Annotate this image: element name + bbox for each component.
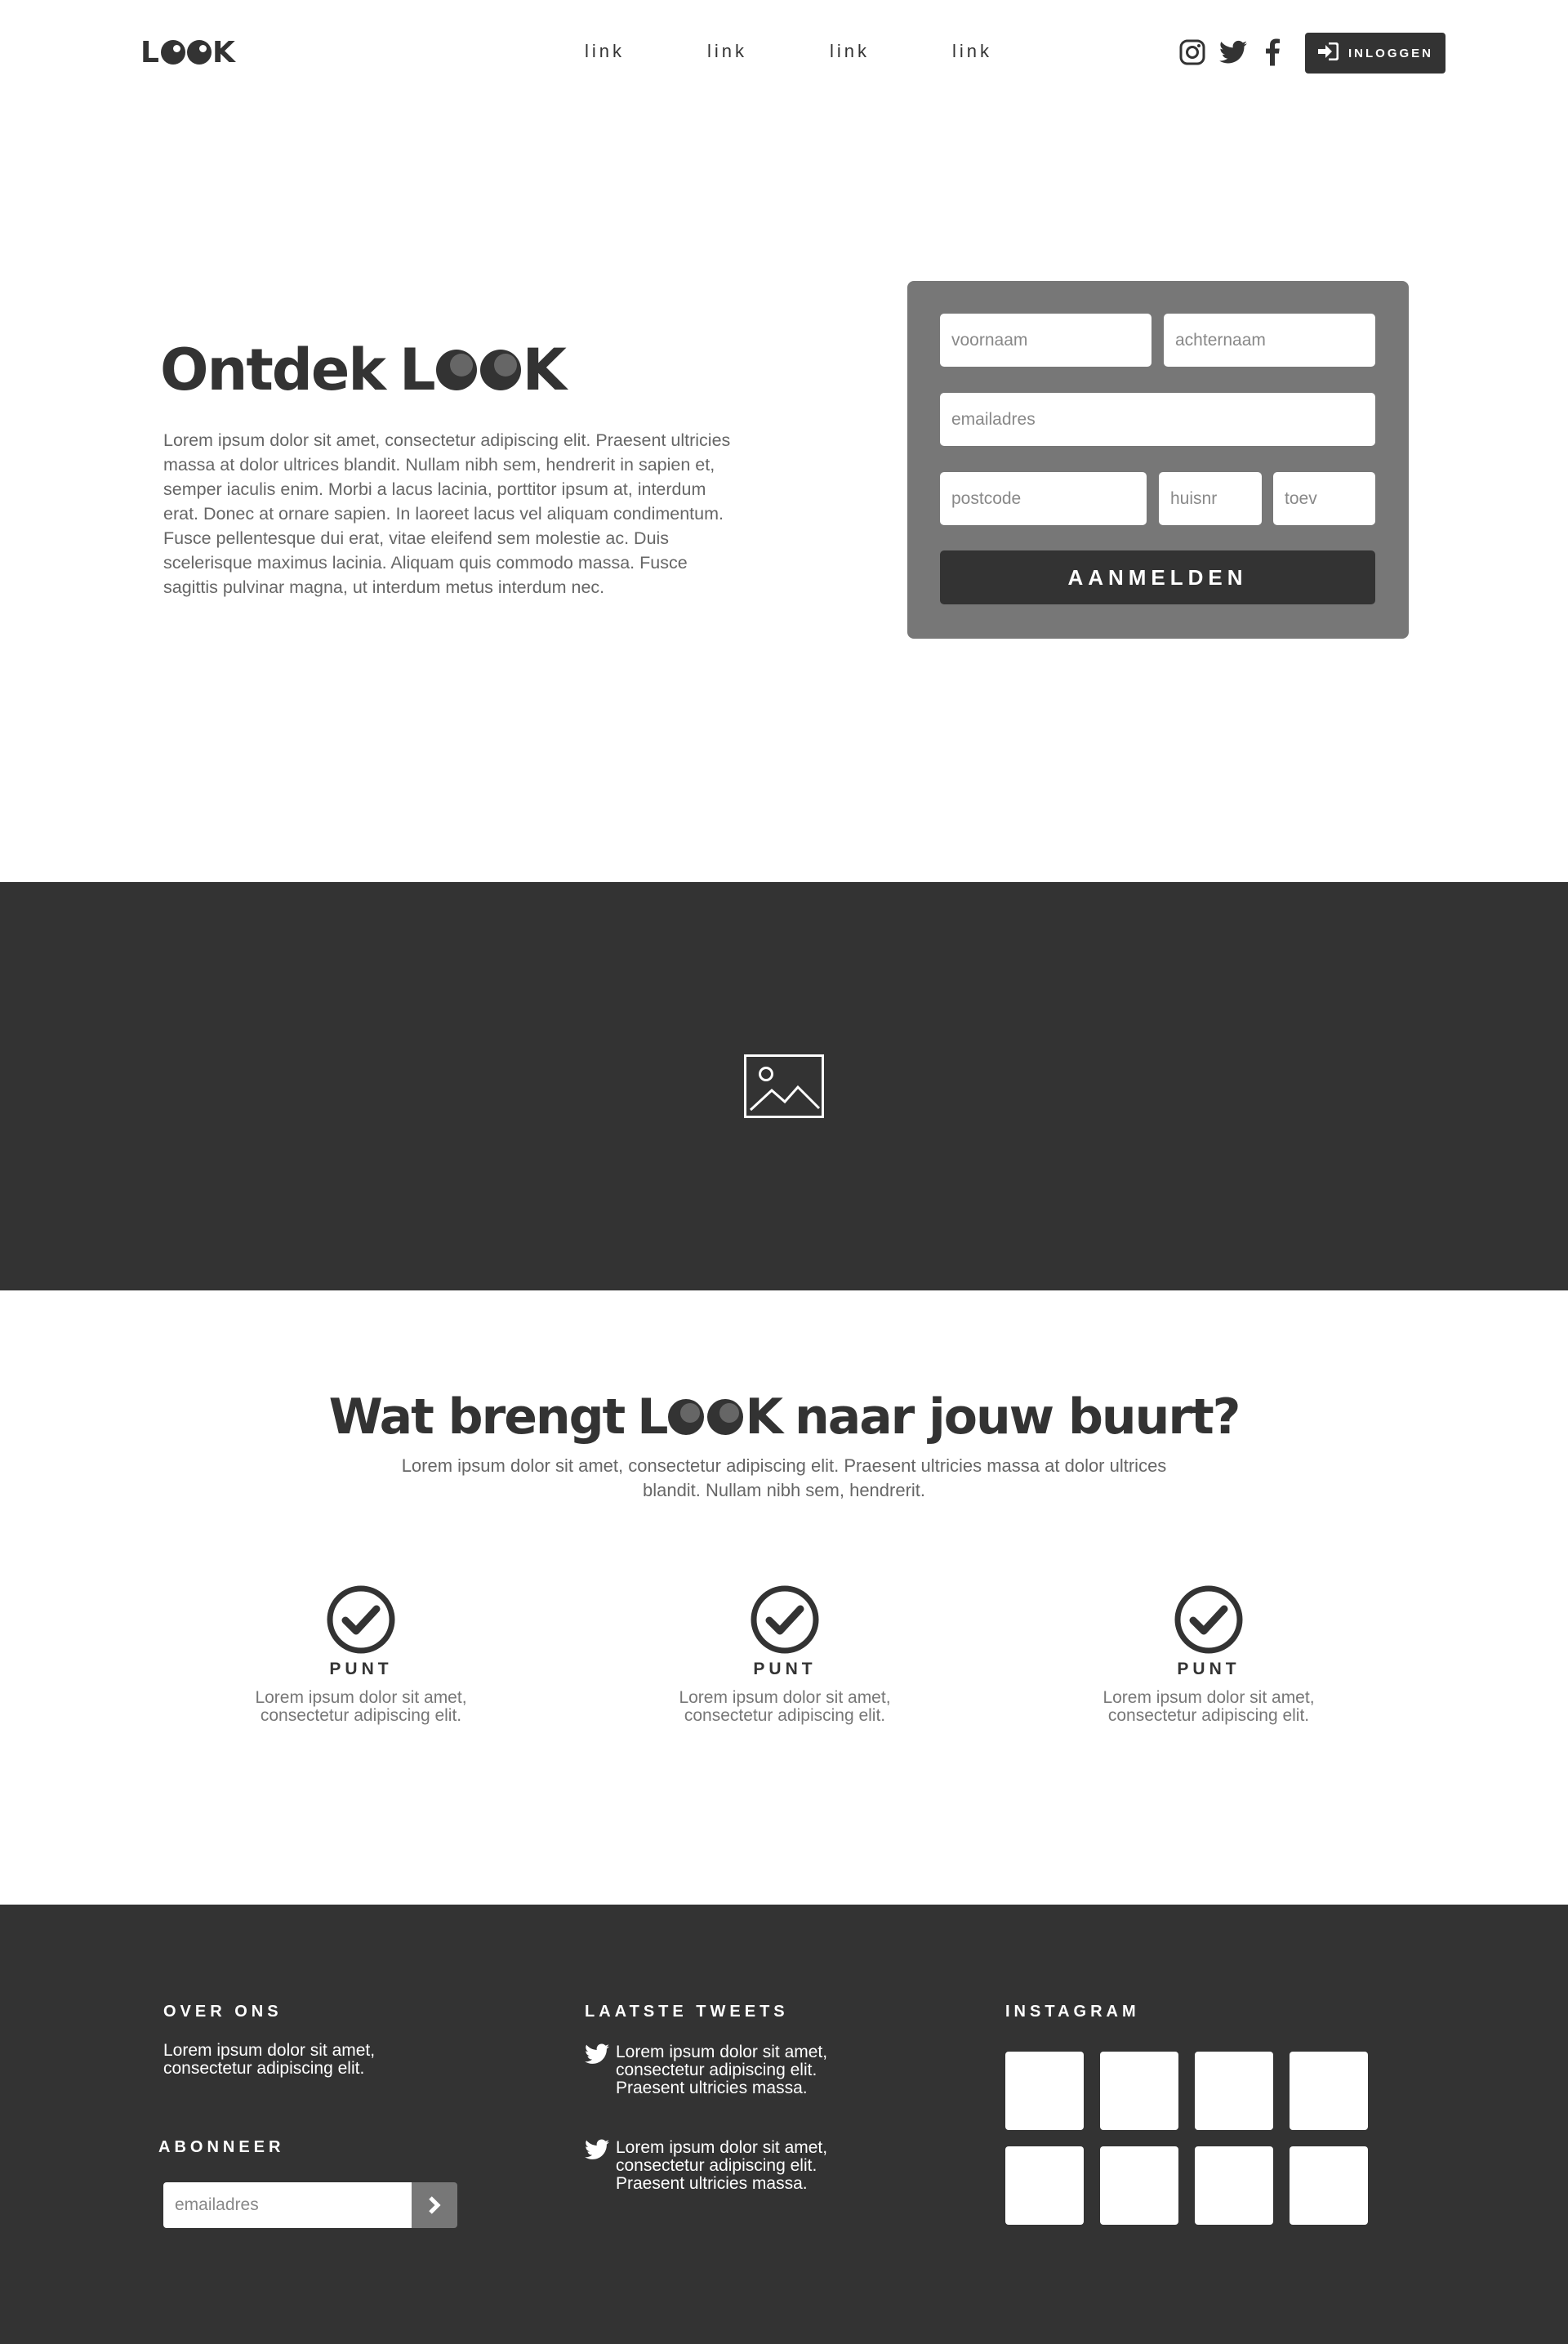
instagram-tile[interactable] (1100, 2052, 1178, 2130)
features-intro: Lorem ipsum dolor sit amet, consectetur … (401, 1455, 1167, 1500)
feature-item: PUNT Lorem ipsum dolor sit amet, consect… (621, 1584, 948, 1725)
logo-eye-icon (186, 40, 212, 65)
lastname-input[interactable] (1164, 314, 1375, 367)
feature-title: PUNT (329, 1660, 393, 1678)
hero-title-prefix: Ontdek (160, 336, 386, 403)
features-title-before: Wat brengt (328, 1388, 626, 1446)
nav-link-4[interactable]: link (952, 41, 992, 62)
tweet-item[interactable]: Lorem ipsum dolor sit amet, consectetur … (585, 2139, 853, 2193)
site-footer: OVER ONS Lorem ipsum dolor sit amet, con… (0, 1905, 1568, 2344)
feature-text: Lorem ipsum dolor sit amet, consectetur … (1102, 1688, 1315, 1725)
nav-link-3[interactable]: link (830, 41, 870, 62)
hero-body-text: Lorem ipsum dolor sit amet, consectetur … (163, 430, 731, 597)
check-circle-icon (751, 1585, 819, 1654)
subscribe-email-input[interactable] (163, 2182, 412, 2228)
instagram-tile[interactable] (1290, 2146, 1368, 2225)
instagram-icon[interactable] (1178, 38, 1207, 67)
feature-item: PUNT Lorem ipsum dolor sit amet, consect… (1045, 1584, 1372, 1725)
logo-eye-icon (668, 1399, 705, 1435)
twitter-icon (585, 2139, 609, 2159)
feature-text: Lorem ipsum dolor sit amet, consectetur … (255, 1688, 467, 1725)
instagram-tile[interactable] (1195, 2052, 1273, 2130)
image-placeholder-icon (744, 1054, 824, 1118)
login-label: INLOGGEN (1348, 46, 1433, 60)
instagram-tile[interactable] (1005, 2146, 1084, 2225)
tweet-item[interactable]: Lorem ipsum dolor sit amet, consectetur … (585, 2043, 853, 2097)
logo-eye-icon (160, 40, 185, 65)
login-button[interactable]: INLOGGEN (1305, 33, 1446, 74)
logo-eye-icon (435, 350, 477, 390)
feature-title: PUNT (1177, 1660, 1241, 1678)
logo-letter-l: L (140, 35, 160, 69)
features-logo-letter-l: L (637, 1388, 668, 1446)
instagram-tile[interactable] (1005, 2052, 1084, 2130)
subscribe-form (163, 2182, 457, 2228)
feature-text: Lorem ipsum dolor sit amet, consectetur … (679, 1688, 891, 1725)
features-title: Wat brengt L K naar jouw buurt? (0, 1388, 1568, 1446)
tweets-heading: LAATSTE TWEETS (585, 2003, 789, 2021)
check-circle-icon (1174, 1585, 1243, 1654)
signup-form: AANMELDEN (907, 281, 1409, 639)
hero-logo-letter-l: L (399, 336, 436, 403)
instagram-tile[interactable] (1195, 2146, 1273, 2225)
postcode-input[interactable] (940, 472, 1147, 525)
instagram-grid (1005, 2052, 1368, 2225)
check-circle-icon (327, 1585, 395, 1654)
housenumber-input[interactable] (1159, 472, 1262, 525)
features-logo-letter-k: K (745, 1388, 782, 1446)
logo-letter-k: K (212, 35, 236, 69)
hero-title: Ontdek L K (160, 336, 567, 403)
about-text: Lorem ipsum dolor sit amet, consectetur … (163, 2041, 376, 2078)
firstname-input[interactable] (940, 314, 1152, 367)
feature-item: PUNT Lorem ipsum dolor sit amet, consect… (198, 1584, 524, 1725)
facebook-icon[interactable] (1263, 38, 1282, 67)
subscribe-submit-button[interactable] (412, 2182, 457, 2228)
tweet-text: Lorem ipsum dolor sit amet, consectetur … (616, 2043, 828, 2097)
login-icon (1317, 42, 1339, 64)
logo-eye-icon (707, 1399, 744, 1435)
instagram-tile[interactable] (1290, 2052, 1368, 2130)
nav-link-2[interactable]: link (707, 41, 747, 62)
subscribe-heading: ABONNEER (158, 2138, 285, 2156)
nav-link-1[interactable]: link (585, 41, 625, 62)
feature-title: PUNT (753, 1660, 817, 1678)
instagram-tile[interactable] (1100, 2146, 1178, 2225)
chevron-right-icon (429, 2196, 441, 2214)
tweet-text: Lorem ipsum dolor sit amet, consectetur … (616, 2138, 828, 2193)
logo-eye-icon (479, 350, 521, 390)
site-logo[interactable]: L K (140, 36, 236, 69)
instagram-heading: INSTAGRAM (1005, 2003, 1140, 2021)
twitter-icon[interactable] (1217, 38, 1250, 67)
addition-input[interactable] (1273, 472, 1375, 525)
signup-submit-button[interactable]: AANMELDEN (940, 550, 1375, 604)
twitter-icon (585, 2043, 609, 2064)
hero-image-placeholder (0, 882, 1568, 1290)
features-title-after: naar jouw buurt? (794, 1388, 1241, 1446)
email-input[interactable] (940, 393, 1375, 446)
about-heading: OVER ONS (163, 2003, 283, 2021)
hero-logo-letter-k: K (522, 336, 567, 403)
